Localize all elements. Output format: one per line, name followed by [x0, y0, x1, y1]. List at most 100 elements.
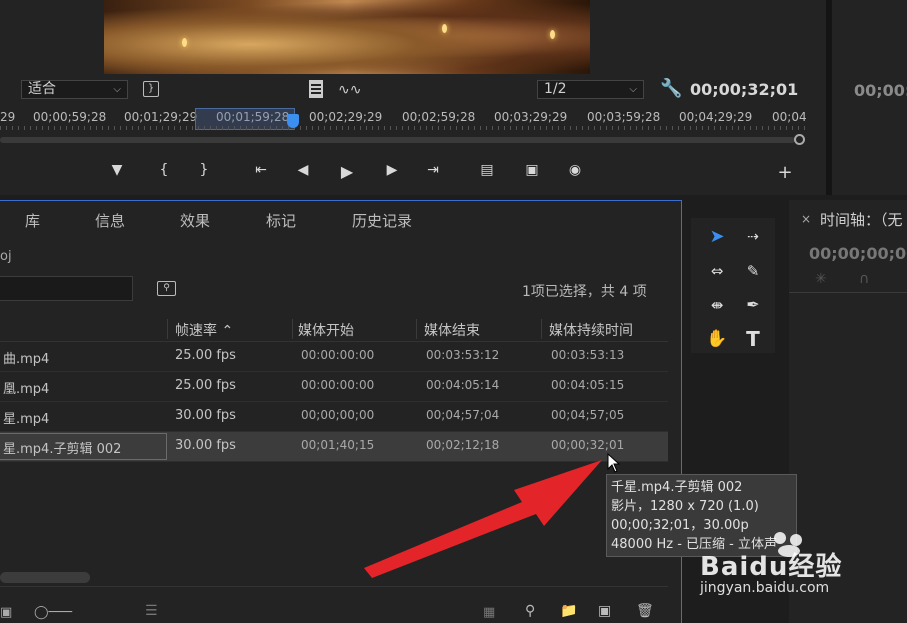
overwrite-button[interactable]: ▣ — [520, 162, 544, 178]
video-preview — [104, 0, 590, 74]
table-row[interactable]: 星.mp4 30.00 fps 00;00;00;00 00;04;57;04 … — [0, 402, 668, 432]
watermark-url: jingyan.baidu.com — [700, 580, 830, 596]
horizontal-scrollbar[interactable] — [0, 572, 90, 583]
zoom-scrollbar[interactable] — [0, 137, 795, 143]
trash-icon[interactable]: 🗑 — [636, 603, 654, 619]
playhead-marker[interactable] — [287, 114, 299, 128]
type-tool-icon[interactable]: T — [739, 326, 767, 352]
play-button[interactable]: ▶ — [335, 162, 359, 181]
program-monitor: 00;00: — [832, 0, 907, 195]
freeform-view-icon[interactable]: ▣ — [0, 605, 12, 620]
magnet-icon[interactable]: ∩ — [859, 271, 869, 287]
add-marker-button[interactable]: ▼ — [105, 162, 129, 178]
red-arrow-annotation — [364, 460, 602, 578]
clip-duration: 00;04;57;05 — [551, 408, 625, 422]
divider — [0, 586, 668, 587]
drag-video-icon[interactable] — [309, 80, 323, 98]
fit-dropdown[interactable]: 适合 ⌵ — [21, 80, 128, 99]
pen-icon[interactable]: ✒ — [739, 292, 767, 318]
ruler-tick-label: 00;04;29;29 — [679, 110, 753, 124]
tools-panel: ➤ ⇢ ⇔ ✎ ⇼ ✒ ✋ T — [691, 218, 775, 353]
tooltip-clip-name: 千星.mp4.子剪辑 002 — [611, 480, 743, 495]
clip-name: 曲.mp4 — [3, 352, 50, 367]
table-row[interactable]: 凰.mp4 25.00 fps 00:00:00:00 00:04:05:14 … — [0, 372, 668, 402]
ruler-tick-label: 00;03;29;29 — [494, 110, 568, 124]
mark-in-button[interactable]: { — [152, 162, 176, 178]
new-item-icon[interactable]: ▣ — [598, 603, 611, 619]
chevron-down-icon: ⌵ — [629, 84, 637, 95]
divider — [789, 292, 907, 293]
mark-out-button[interactable]: } — [192, 162, 216, 178]
find-icon[interactable]: ⚲ — [157, 281, 176, 296]
track-select-icon[interactable]: ⇢ — [739, 224, 767, 250]
baidu-watermark: Baidu经验 jingyan.baidu.com — [700, 532, 905, 623]
timeline-title[interactable]: 时间轴：（无 — [820, 209, 903, 230]
ruler-tick-label: 00;01;29;29 — [124, 110, 198, 124]
tab-effects[interactable]: 效果 — [180, 210, 210, 231]
mouse-cursor-icon — [607, 453, 621, 473]
resolution-label: 1/2 — [544, 81, 567, 97]
tab-library[interactable]: 库 — [25, 210, 40, 231]
fit-label: 适合 — [28, 81, 56, 97]
ruler-tick-label: 00;04 — [772, 110, 807, 124]
candle-flame — [550, 30, 555, 39]
col-media-start[interactable]: 媒体开始 — [298, 320, 354, 340]
ruler-tick-label: 00;02;29;29 — [309, 110, 383, 124]
ripple-edit-icon[interactable]: ⇔ — [703, 258, 731, 284]
column-separator[interactable] — [541, 319, 542, 339]
zoom-handle-icon[interactable] — [794, 134, 805, 145]
ruler-tick-label: 00;03;59;28 — [587, 110, 661, 124]
snap-icon[interactable]: ✳ — [815, 271, 827, 287]
close-icon[interactable]: × — [801, 212, 811, 226]
automate-icon[interactable]: ▦ — [483, 605, 495, 620]
hand-icon[interactable]: ✋ — [703, 326, 731, 352]
tab-info[interactable]: 信息 — [95, 210, 125, 231]
search-icon[interactable]: ⚲ — [525, 603, 535, 619]
clip-start: 00:00:00:00 — [301, 348, 375, 362]
col-media-end[interactable]: 媒体结束 — [424, 320, 480, 340]
step-back-button[interactable]: ◀ — [291, 162, 315, 178]
tab-history[interactable]: 历史记录 — [352, 210, 412, 231]
clip-end: 00:04:05:14 — [426, 378, 500, 392]
wrench-icon[interactable]: 🔧 — [660, 78, 682, 99]
resolution-dropdown[interactable]: 1/2 ⌵ — [537, 80, 644, 99]
clip-duration: 00:03:53:13 — [551, 348, 625, 362]
clip-duration: 00:04:05:15 — [551, 378, 625, 392]
clip-fps: 25.00 fps — [175, 378, 236, 393]
zoom-slider-icon[interactable]: ◯─── — [34, 605, 72, 620]
drag-audio-icon[interactable]: ∿∿ — [338, 82, 361, 98]
camera-icon[interactable]: ◉ — [563, 162, 587, 178]
time-ruler[interactable]: 29 00;00;59;28 00;01;29;29 00;01;59;28 0… — [0, 108, 808, 128]
column-separator[interactable] — [167, 319, 168, 339]
ruler-tick-label: 00;02;59;28 — [402, 110, 476, 124]
selection-tool-icon[interactable]: ➤ — [703, 224, 731, 250]
watermark-brand: Baidu经验 — [700, 552, 843, 582]
sort-ascending-icon: ⌃ — [221, 323, 234, 339]
slip-tool-icon[interactable]: ⇼ — [703, 292, 731, 318]
ruler-tick-label: 29 — [0, 110, 16, 124]
search-input[interactable] — [0, 276, 133, 301]
clip-end: 00:03:53:12 — [426, 348, 500, 362]
clip-start: 00;00;00;00 — [301, 408, 375, 422]
col-frame-rate[interactable]: 帧速率 ⌃ — [175, 320, 233, 340]
column-header-row: 帧速率 ⌃ 媒体开始 媒体结束 媒体持续时间 — [0, 317, 668, 342]
column-separator[interactable] — [292, 319, 293, 339]
new-bin-icon[interactable]: 📁 — [560, 603, 577, 619]
tab-markers[interactable]: 标记 — [266, 210, 296, 231]
candle-flame — [182, 38, 187, 47]
razor-icon[interactable]: ✎ — [739, 258, 767, 284]
column-separator[interactable] — [416, 319, 417, 339]
insert-button[interactable]: ▤ — [475, 162, 499, 178]
sort-icon[interactable]: ☰ — [145, 603, 158, 619]
go-to-out-button[interactable]: ⇥ — [421, 162, 445, 178]
add-button[interactable]: + — [773, 162, 797, 183]
safe-margins-icon[interactable]: } — [143, 81, 159, 97]
selection-status: 1项已选择，共 4 项 — [522, 284, 647, 300]
step-forward-button[interactable]: ▶ — [380, 162, 404, 178]
clip-fps: 25.00 fps — [175, 348, 236, 363]
go-to-in-button[interactable]: ⇤ — [249, 162, 273, 178]
source-monitor: 适合 ⌵ } ∿∿ 1/2 ⌵ 🔧 00;00;32;01 29 00;00;5… — [0, 0, 826, 195]
col-media-duration[interactable]: 媒体持续时间 — [549, 320, 633, 340]
clip-fps: 30.00 fps — [175, 408, 236, 423]
table-row[interactable]: 曲.mp4 25.00 fps 00:00:00:00 00:03:53:12 … — [0, 342, 668, 372]
